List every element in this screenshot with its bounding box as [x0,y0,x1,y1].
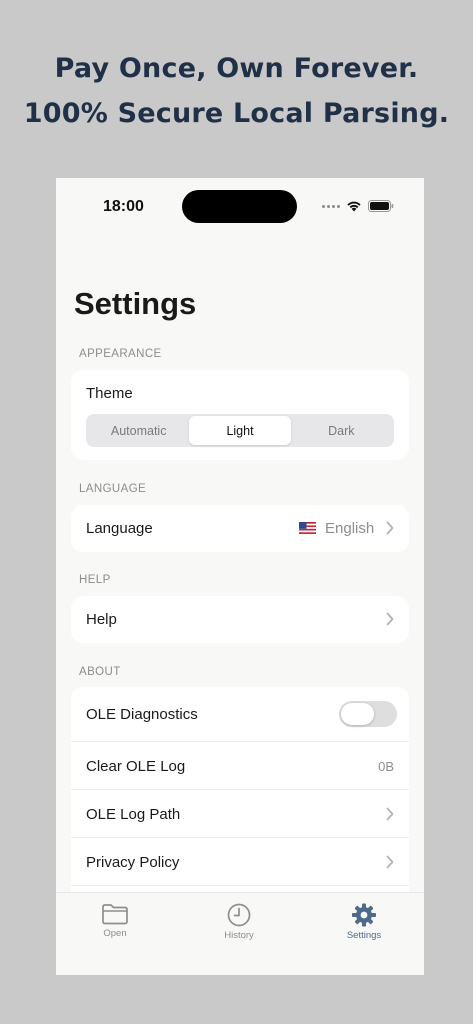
language-value: English [325,520,375,537]
clear-ole-log-label[interactable]: Clear OLE Log [86,758,185,775]
promo-headline-line1: Pay Once, Own Forever. [54,53,419,84]
divider [71,741,409,742]
clock-icon [227,903,251,927]
dynamic-island [182,190,297,223]
chevron-right-icon [386,521,394,535]
appearance-card: Theme Automatic Light Dark [71,370,409,460]
theme-option-dark[interactable]: Dark [291,416,392,445]
chevron-right-icon [386,807,394,821]
privacy-policy-label[interactable]: Privacy Policy [86,854,179,871]
status-time: 18:00 [103,198,144,215]
chevron-right-icon [386,855,394,869]
theme-label: Theme [86,385,133,402]
section-label-appearance: APPEARANCE [79,348,162,360]
divider [71,789,409,790]
section-label-help: HELP [79,574,111,586]
us-flag-icon [299,522,316,534]
status-icons [322,200,394,212]
ole-log-path-label[interactable]: OLE Log Path [86,806,180,823]
theme-option-automatic[interactable]: Automatic [88,416,189,445]
tab-history[interactable]: History [189,903,289,941]
help-row[interactable]: Help [71,596,409,643]
tab-open-label: Open [103,928,127,939]
theme-segmented-control: Automatic Light Dark [86,414,394,447]
divider [71,885,409,886]
theme-option-light[interactable]: Light [189,416,291,445]
tab-settings[interactable]: Settings [314,903,414,941]
language-label: Language [86,520,153,537]
page-title: Settings [74,286,197,321]
gear-icon [352,903,376,927]
clear-ole-log-value: 0B [378,759,394,774]
phone-screen: 18:00 Settings APPEARANCE Theme Automati… [56,178,424,975]
ole-diagnostics-toggle[interactable] [339,701,397,727]
promo-headline-line2: 100% Secure Local Parsing. [23,98,450,129]
divider [71,837,409,838]
tab-bar: Open History Settings [56,892,424,975]
section-label-language: LANGUAGE [79,483,147,495]
section-label-about: ABOUT [79,666,121,678]
about-card: OLE Diagnostics Clear OLE Log 0B OLE Log… [71,687,409,902]
tab-settings-label: Settings [346,930,382,941]
tab-history-label: History [224,930,254,941]
signal-dots-icon [322,204,340,208]
help-label: Help [86,611,117,628]
tab-open[interactable]: Open [65,903,165,939]
battery-icon [368,200,394,212]
folder-icon [102,904,128,925]
chevron-right-icon [386,612,394,626]
ole-diagnostics-label: OLE Diagnostics [86,706,198,723]
language-row[interactable]: Language English [71,505,409,552]
wifi-icon [347,201,361,212]
